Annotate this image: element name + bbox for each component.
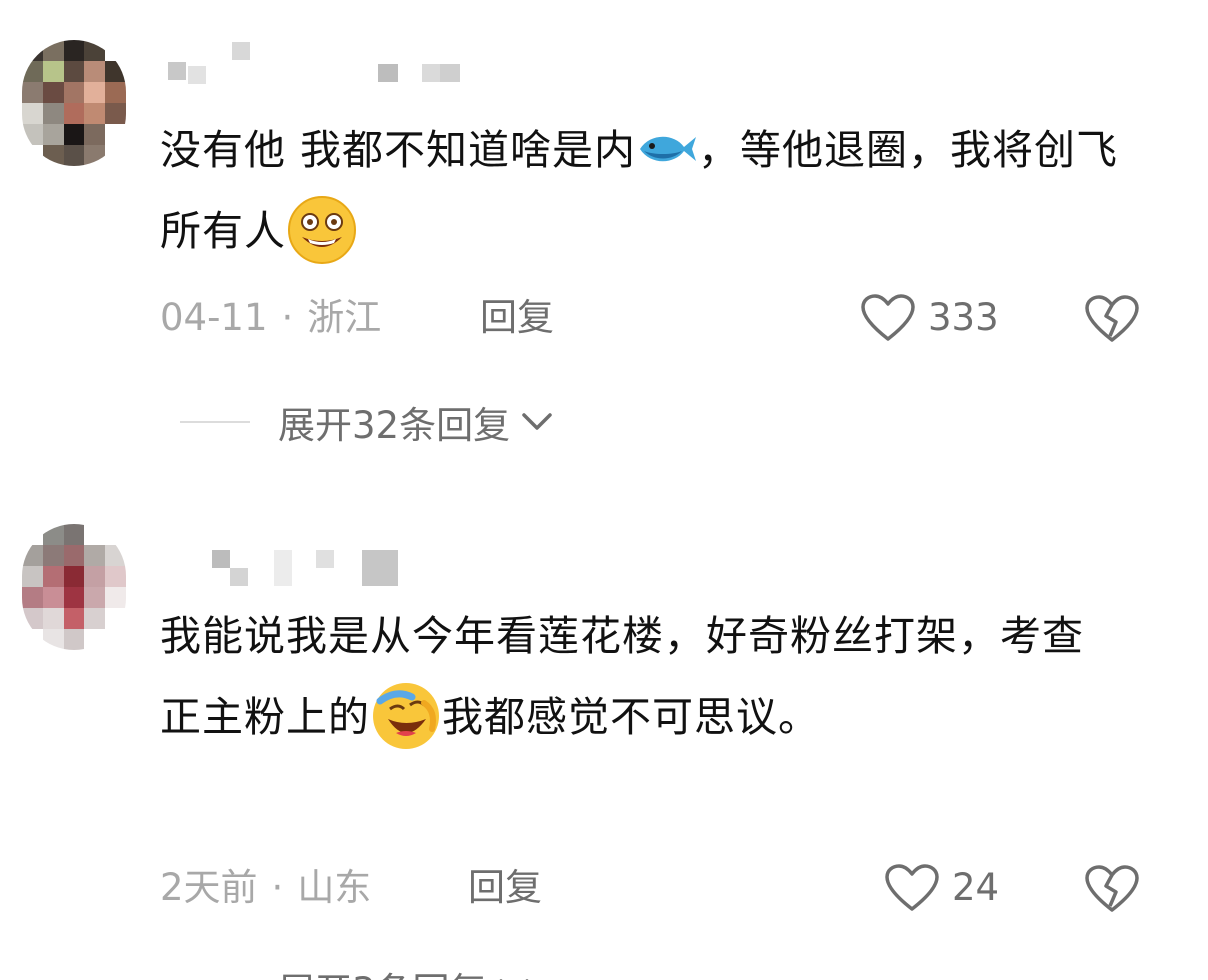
avatar[interactable] bbox=[22, 40, 126, 166]
comment-meta: 2天前 · 山东 回复 24 bbox=[160, 858, 1160, 918]
heart-outline-icon bbox=[861, 294, 915, 341]
heart-outline-icon bbox=[885, 864, 939, 911]
chevron-down-icon bbox=[522, 413, 552, 430]
comment-location: 山东 bbox=[297, 866, 372, 909]
comment-text-part: 没有他 我都不知道啥是内 bbox=[160, 126, 637, 174]
comment-list: 没有他 我都不知道啥是内 ，等他退圈，我将创飞所有人 04-11 · 浙江 回复 bbox=[0, 0, 1208, 980]
comment-item: 我能说我是从今年看莲花楼，好奇粉丝打架，考查正主粉上的 我都感觉不可思议。 2天… bbox=[0, 510, 1208, 980]
meta-separator: · bbox=[281, 296, 294, 339]
comment-item: 没有他 我都不知道啥是内 ，等他退圈，我将创飞所有人 04-11 · 浙江 回复 bbox=[0, 0, 1208, 500]
expand-replies[interactable]: 展开32条回复 bbox=[180, 392, 554, 452]
like-count: 333 bbox=[928, 296, 999, 339]
comment-meta: 04-11 · 浙江 回复 333 bbox=[160, 288, 1160, 348]
rofl-emoji-icon bbox=[373, 683, 439, 749]
comment-text-part: 我都感觉不可思议。 bbox=[442, 693, 820, 741]
like-count: 24 bbox=[952, 866, 1000, 909]
comment-date: 2天前 bbox=[160, 866, 258, 909]
username-redacted[interactable] bbox=[168, 544, 488, 590]
like-button[interactable]: 333 bbox=[860, 288, 999, 348]
meta-separator: · bbox=[271, 866, 284, 909]
comment-date: 04-11 bbox=[160, 296, 268, 339]
reply-button[interactable]: 回复 bbox=[480, 288, 554, 348]
avatar[interactable] bbox=[22, 524, 126, 650]
fish-emoji-icon bbox=[640, 136, 697, 162]
reply-button[interactable]: 回复 bbox=[468, 858, 542, 918]
grin-emoji-icon bbox=[288, 196, 356, 264]
broken-heart-icon[interactable] bbox=[1084, 294, 1140, 344]
like-button[interactable]: 24 bbox=[884, 858, 999, 918]
comment-location: 浙江 bbox=[307, 296, 382, 339]
expand-divider bbox=[180, 421, 250, 423]
expand-replies[interactable]: 展开3条回复 bbox=[180, 958, 531, 980]
expand-replies-label[interactable]: 展开3条回复 bbox=[278, 961, 487, 980]
comment-text: 没有他 我都不知道啥是内 ，等他退圈，我将创飞所有人 bbox=[160, 110, 1120, 272]
broken-heart-icon[interactable] bbox=[1084, 864, 1140, 914]
comment-text: 我能说我是从今年看莲花楼，好奇粉丝打架，考查正主粉上的 我都感觉不可思议。 bbox=[160, 596, 1110, 758]
username-redacted[interactable] bbox=[168, 42, 488, 88]
expand-replies-label[interactable]: 展开32条回复 bbox=[278, 395, 510, 449]
